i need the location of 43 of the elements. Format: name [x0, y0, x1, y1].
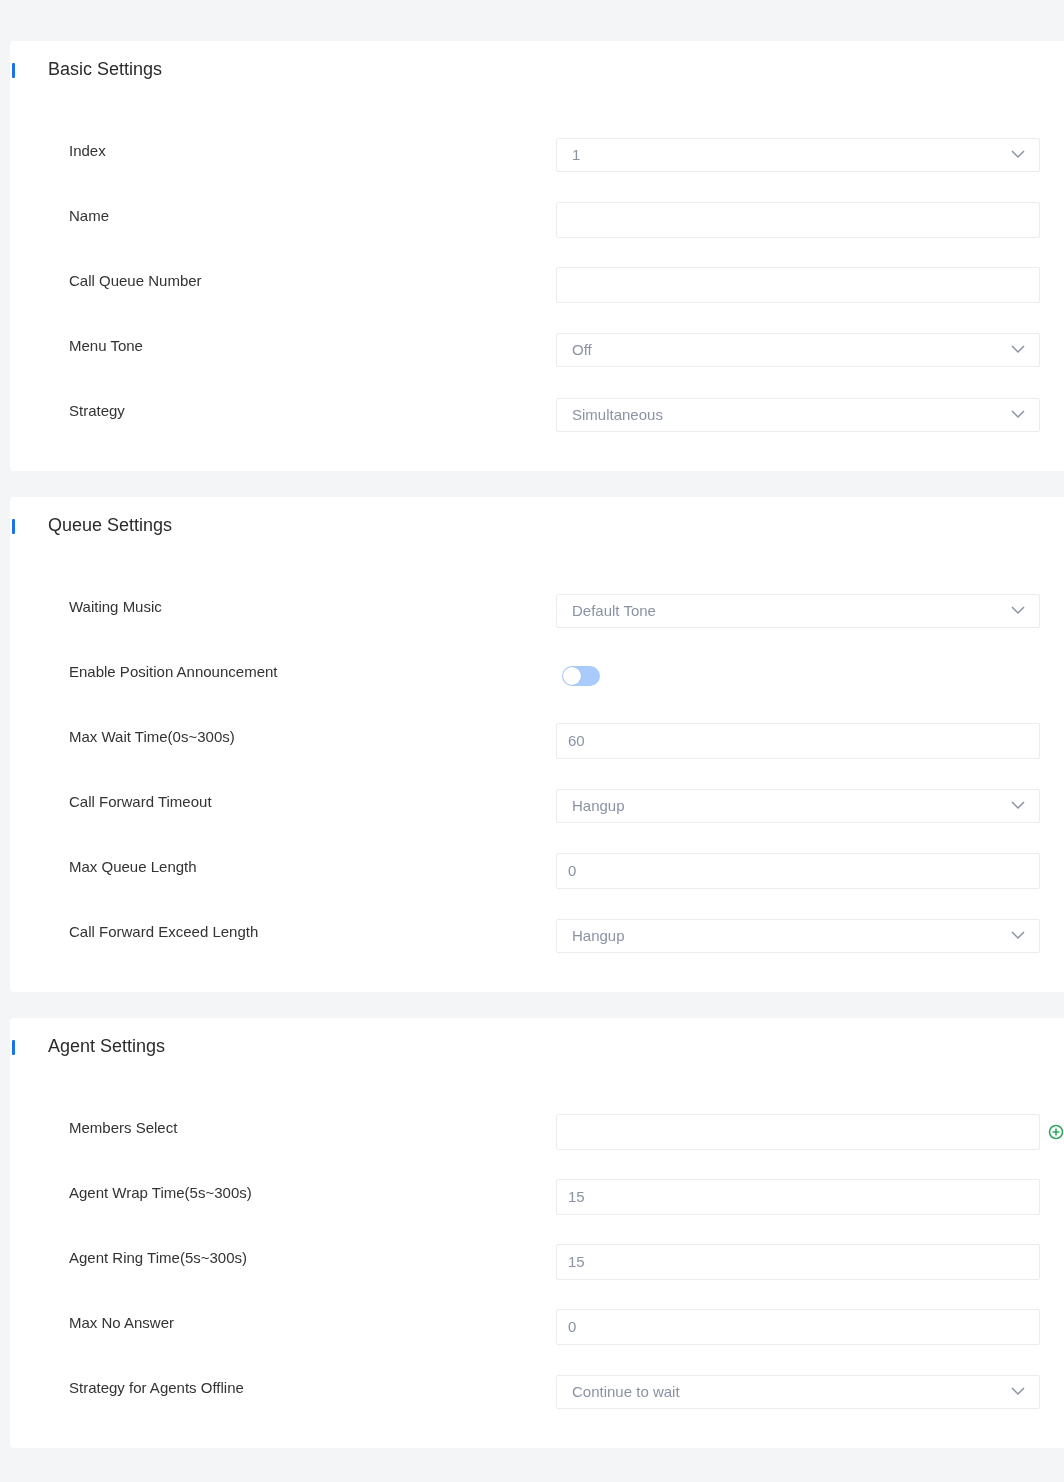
select-field[interactable]: Continue to wait — [556, 1374, 1040, 1409]
select-field[interactable]: Off — [556, 332, 1040, 367]
chevron-down-icon — [1011, 606, 1025, 615]
chevron-down-icon — [1011, 345, 1025, 354]
field-label: Index — [69, 142, 107, 159]
chevron-down-icon — [1011, 150, 1025, 159]
section-title: Basic Settings — [48, 58, 163, 81]
field-label: Strategy for Agents Offline — [69, 1379, 245, 1396]
select-field[interactable]: 1 — [556, 137, 1040, 172]
chevron-down-icon — [1011, 410, 1025, 419]
input-field[interactable]: 0 — [556, 852, 1040, 889]
field-label: Call Queue Number — [69, 272, 203, 289]
section-marker — [12, 1040, 15, 1055]
chevron-down-icon — [1011, 801, 1025, 810]
field-label: Agent Ring Time(5s~300s) — [69, 1249, 248, 1266]
field-label: Max Wait Time(0s~300s) — [69, 728, 236, 745]
field-label: Call Forward Timeout — [69, 793, 213, 810]
select-field[interactable]: Default Tone — [556, 593, 1040, 628]
input-field[interactable]: 15 — [556, 1178, 1040, 1215]
chevron-down-icon — [1011, 1387, 1025, 1396]
section-title: Queue Settings — [48, 514, 173, 537]
section-title: Agent Settings — [48, 1035, 166, 1058]
section-marker — [12, 63, 15, 78]
select-field[interactable]: Simultaneous — [556, 397, 1040, 432]
field-label: Max No Answer — [69, 1314, 176, 1331]
field-label: Name — [69, 207, 110, 224]
field-label: Waiting Music — [69, 598, 163, 615]
input-field[interactable]: 60 — [556, 722, 1040, 759]
field-label: Menu Tone — [69, 337, 144, 354]
field-label: Call Forward Exceed Length — [69, 923, 260, 940]
chevron-down-icon — [1011, 931, 1025, 940]
toggle-switch[interactable] — [562, 665, 600, 686]
section-marker — [12, 519, 15, 534]
select-field[interactable]: Hangup — [556, 788, 1040, 823]
add-icon[interactable] — [1048, 1123, 1064, 1140]
field-label: Agent Wrap Time(5s~300s) — [69, 1184, 253, 1201]
field-label: Enable Position Announcement — [69, 663, 279, 680]
field-label: Strategy — [69, 402, 126, 419]
select-field[interactable]: Hangup — [556, 918, 1040, 953]
input-field[interactable]: 0 — [556, 1308, 1040, 1345]
field-label: Members Select — [69, 1119, 179, 1136]
input-field[interactable]: 15 — [556, 1243, 1040, 1280]
field-label: Max Queue Length — [69, 858, 198, 875]
